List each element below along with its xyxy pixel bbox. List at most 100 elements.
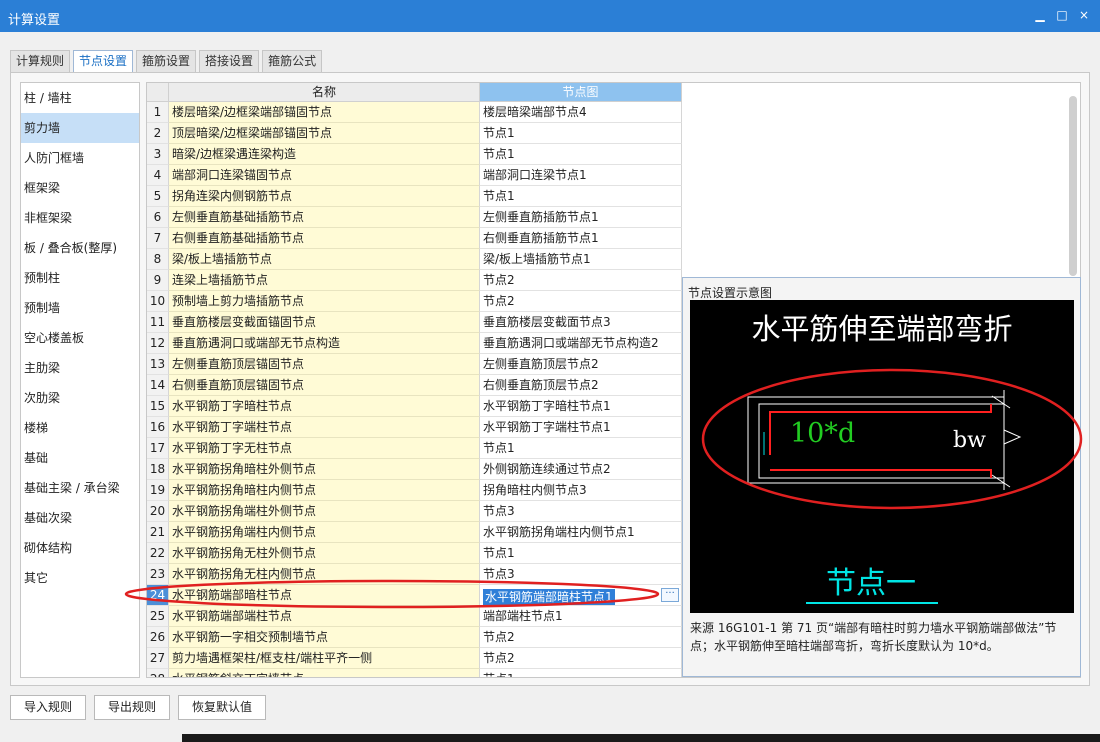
table-row[interactable]: 27 剪力墙遇框架柱/框支柱/端柱平齐一侧 节点2 (147, 648, 682, 669)
row-node-cell[interactable]: 水平钢筋拐角端柱内侧节点1 (480, 522, 682, 543)
row-node-cell[interactable]: 节点1 (480, 438, 682, 459)
category-item[interactable]: 柱 / 墙柱 (21, 83, 139, 113)
row-node-cell[interactable]: 垂直筋遇洞口或端部无节点构造2 (480, 333, 682, 354)
row-node-cell[interactable]: 水平钢筋丁字端柱节点1 (480, 417, 682, 438)
table-row[interactable]: 10 预制墙上剪力墙插筋节点 节点2 (147, 291, 682, 312)
category-item[interactable]: 楼梯 (21, 413, 139, 443)
table-row[interactable]: 20 水平钢筋拐角端柱外侧节点 节点3 (147, 501, 682, 522)
row-node-cell[interactable]: 垂直筋楼层变截面节点3 (480, 312, 682, 333)
import-rules-button[interactable]: 导入规则 (10, 695, 87, 720)
category-item[interactable]: 剪力墙 (21, 113, 139, 143)
row-node-cell[interactable]: 节点1 (480, 123, 682, 144)
export-rules-button[interactable]: 导出规则 (94, 695, 171, 720)
row-name: 水平钢筋拐角暗柱外侧节点 (169, 459, 480, 480)
row-name: 右侧垂直筋基础插筋节点 (169, 228, 480, 249)
category-item[interactable]: 人防门框墙 (21, 143, 139, 173)
node-label: 节点一 (826, 566, 916, 601)
row-index: 7 (147, 228, 169, 249)
tab-3[interactable]: 搭接设置 (199, 50, 260, 72)
row-node-cell[interactable]: 节点1 (480, 543, 682, 564)
tab-2[interactable]: 箍筋设置 (136, 50, 197, 72)
tab-4[interactable]: 箍筋公式 (262, 50, 323, 72)
table-row[interactable]: 7 右侧垂直筋基础插筋节点 右侧垂直筋插筋节点1 (147, 228, 682, 249)
category-item[interactable]: 预制墙 (21, 293, 139, 323)
row-index: 17 (147, 438, 169, 459)
row-node-cell[interactable]: 左侧垂直筋插筋节点1 (480, 207, 682, 228)
row-name: 垂直筋遇洞口或端部无节点构造 (169, 333, 480, 354)
restore-defaults-button[interactable]: 恢复默认值 (178, 695, 267, 720)
row-name: 水平钢筋斜交丁字墙节点 (169, 669, 480, 677)
row-node-cell[interactable]: 节点2 (480, 627, 682, 648)
row-node-cell[interactable]: 右侧垂直筋插筋节点1 (480, 228, 682, 249)
category-item[interactable]: 预制柱 (21, 263, 139, 293)
table-row[interactable]: 28水平钢筋斜交丁字墙节点节点1 (147, 669, 682, 677)
table-row[interactable]: 14 右侧垂直筋顶层锚固节点 右侧垂直筋顶层节点2 (147, 375, 682, 396)
table-row[interactable]: 3 暗梁/边框梁遇连梁构造 节点1 (147, 144, 682, 165)
row-index: 8 (147, 249, 169, 270)
table-row[interactable]: 13 左侧垂直筋顶层锚固节点 左侧垂直筋顶层节点2 (147, 354, 682, 375)
tab-0[interactable]: 计算规则 (10, 50, 71, 72)
table-row[interactable]: 26 水平钢筋一字相交预制墙节点 节点2 (147, 627, 682, 648)
category-item[interactable]: 基础 (21, 443, 139, 473)
category-item[interactable]: 砌体结构 (21, 533, 139, 563)
row-node-cell[interactable]: 拐角暗柱内侧节点3 (480, 480, 682, 501)
row-node-cell[interactable]: 节点2 (480, 648, 682, 669)
row-name: 水平钢筋丁字端柱节点 (169, 417, 480, 438)
table-row[interactable]: 17 水平钢筋丁字无柱节点 节点1 (147, 438, 682, 459)
row-node-cell[interactable]: 节点1 (480, 144, 682, 165)
row-name: 水平钢筋拐角端柱内侧节点 (169, 522, 480, 543)
table-row[interactable]: 2 顶层暗梁/边框梁端部锚固节点 节点1 (147, 123, 682, 144)
minimize-button[interactable]: ▁ (1032, 7, 1048, 23)
row-index: 1 (147, 102, 169, 123)
row-index: 19 (147, 480, 169, 501)
row-node-cell[interactable]: 端部洞口连梁节点1 (480, 165, 682, 186)
table-row[interactable]: 19 水平钢筋拐角暗柱内侧节点 拐角暗柱内侧节点3 (147, 480, 682, 501)
row-index: 27 (147, 648, 169, 669)
category-item[interactable]: 空心楼盖板 (21, 323, 139, 353)
table-row[interactable]: 1 楼层暗梁/边框梁端部锚固节点 楼层暗梁端部节点4 (147, 102, 682, 123)
table-row[interactable]: 22 水平钢筋拐角无柱外侧节点 节点1 (147, 543, 682, 564)
window-title: 计算设置 (8, 13, 61, 28)
table-row[interactable]: 15 水平钢筋丁字暗柱节点 水平钢筋丁字暗柱节点1 (147, 396, 682, 417)
table-scrollbar[interactable] (1069, 96, 1077, 276)
table-row[interactable]: 11 垂直筋楼层变截面锚固节点 垂直筋楼层变截面节点3 (147, 312, 682, 333)
row-node-cell[interactable]: 左侧垂直筋顶层节点2 (480, 354, 682, 375)
category-item[interactable]: 基础次梁 (21, 503, 139, 533)
category-item[interactable]: 次肋梁 (21, 383, 139, 413)
node-picker-button[interactable]: ··· (661, 588, 679, 602)
row-name: 水平钢筋拐角暗柱内侧节点 (169, 480, 480, 501)
table-row[interactable]: 12 垂直筋遇洞口或端部无节点构造 垂直筋遇洞口或端部无节点构造2 (147, 333, 682, 354)
category-item[interactable]: 基础主梁 / 承台梁 (21, 473, 139, 503)
tab-1[interactable]: 节点设置 (73, 50, 134, 73)
category-item[interactable]: 板 / 叠合板(整厚) (21, 233, 139, 263)
row-node-cell[interactable]: 外侧钢筋连续通过节点2 (480, 459, 682, 480)
category-item[interactable]: 框架梁 (21, 173, 139, 203)
row-node-cell[interactable]: 节点1 (480, 186, 682, 207)
row-node-cell[interactable]: 节点1 (480, 669, 682, 677)
header-node[interactable]: 节点图 (480, 83, 682, 102)
category-item[interactable]: 非框架梁 (21, 203, 139, 233)
row-node-cell[interactable]: 右侧垂直筋顶层节点2 (480, 375, 682, 396)
maximize-button[interactable]: □ (1054, 7, 1070, 23)
table-header: 名称 节点图 (147, 83, 682, 102)
header-name[interactable]: 名称 (169, 83, 480, 102)
table-row[interactable]: 6 左侧垂直筋基础插筋节点 左侧垂直筋插筋节点1 (147, 207, 682, 228)
table-row[interactable]: 16 水平钢筋丁字端柱节点 水平钢筋丁字端柱节点1 (147, 417, 682, 438)
close-button[interactable]: × (1076, 7, 1092, 23)
row-node-cell[interactable]: 节点2 (480, 270, 682, 291)
row-index: 5 (147, 186, 169, 207)
row-index: 20 (147, 501, 169, 522)
table-row[interactable]: 21 水平钢筋拐角端柱内侧节点 水平钢筋拐角端柱内侧节点1 (147, 522, 682, 543)
table-row[interactable]: 18 水平钢筋拐角暗柱外侧节点 外侧钢筋连续通过节点2 (147, 459, 682, 480)
row-node-cell[interactable]: 节点2 (480, 291, 682, 312)
category-item[interactable]: 主肋梁 (21, 353, 139, 383)
row-node-cell[interactable]: 节点3 (480, 501, 682, 522)
table-row[interactable]: 4 端部洞口连梁锚固节点 端部洞口连梁节点1 (147, 165, 682, 186)
table-row[interactable]: 5 拐角连梁内侧钢筋节点 节点1 (147, 186, 682, 207)
table-row[interactable]: 8 梁/板上墙插筋节点 梁/板上墙插筋节点1 (147, 249, 682, 270)
row-node-cell[interactable]: 梁/板上墙插筋节点1 (480, 249, 682, 270)
row-node-cell[interactable]: 楼层暗梁端部节点4 (480, 102, 682, 123)
row-index: 26 (147, 627, 169, 648)
table-row[interactable]: 9 连梁上墙插筋节点 节点2 (147, 270, 682, 291)
row-node-cell[interactable]: 水平钢筋丁字暗柱节点1 (480, 396, 682, 417)
